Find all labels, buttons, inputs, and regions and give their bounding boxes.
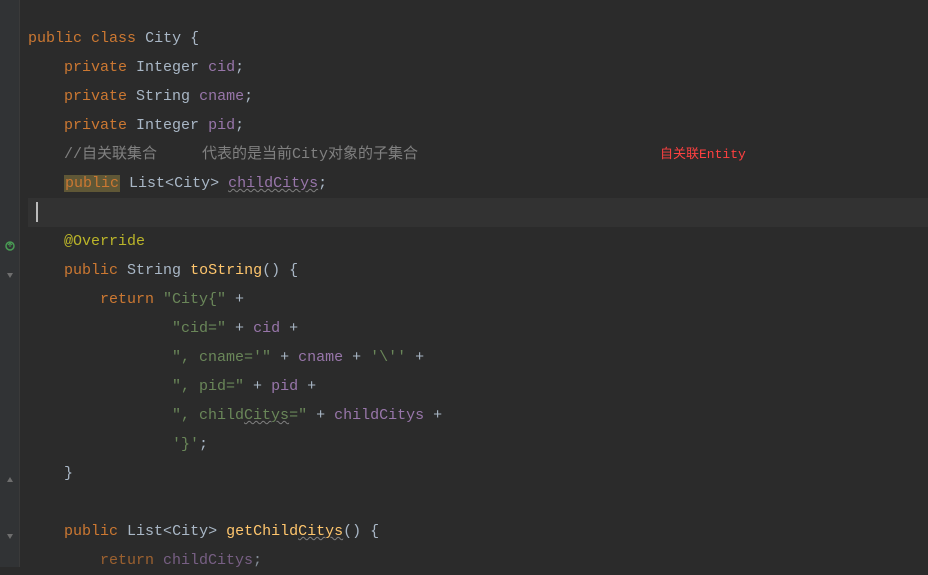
code-line: private Integer cid;: [28, 53, 928, 82]
code-line: public class City {: [28, 24, 928, 53]
code-line: ", childCitys=" + childCitys +: [28, 401, 928, 430]
code-line: private Integer pid;: [28, 111, 928, 140]
code-line: '}';: [28, 430, 928, 459]
fold-icon[interactable]: [4, 270, 16, 282]
fold-icon[interactable]: [4, 473, 16, 485]
code-line: @Override: [28, 227, 928, 256]
annotation-text: 自关联Entity: [660, 140, 746, 169]
fold-icon[interactable]: [4, 531, 16, 543]
code-line: return childCitys;: [28, 546, 928, 575]
code-line: ", pid=" + pid +: [28, 372, 928, 401]
code-line: public List<City> getChildCitys() {: [28, 517, 928, 546]
code-line: private String cname;: [28, 82, 928, 111]
code-line: ", cname='" + cname + '\'' +: [28, 343, 928, 372]
code-line: public List<City> childCitys;: [28, 169, 928, 198]
code-line: "cid=" + cid +: [28, 314, 928, 343]
code-editor[interactable]: public class City { private Integer cid;…: [20, 0, 928, 567]
code-line: public String toString() {: [28, 256, 928, 285]
code-line: return "City{" +: [28, 285, 928, 314]
code-line-active: [28, 198, 928, 227]
text-cursor: [36, 202, 38, 222]
editor-gutter: [0, 0, 20, 567]
code-line: [28, 488, 928, 517]
code-line: //自关联集合 代表的是当前City对象的子集合自关联Entity: [28, 140, 928, 169]
override-gutter-icon[interactable]: [4, 240, 16, 252]
code-line: }: [28, 459, 928, 488]
